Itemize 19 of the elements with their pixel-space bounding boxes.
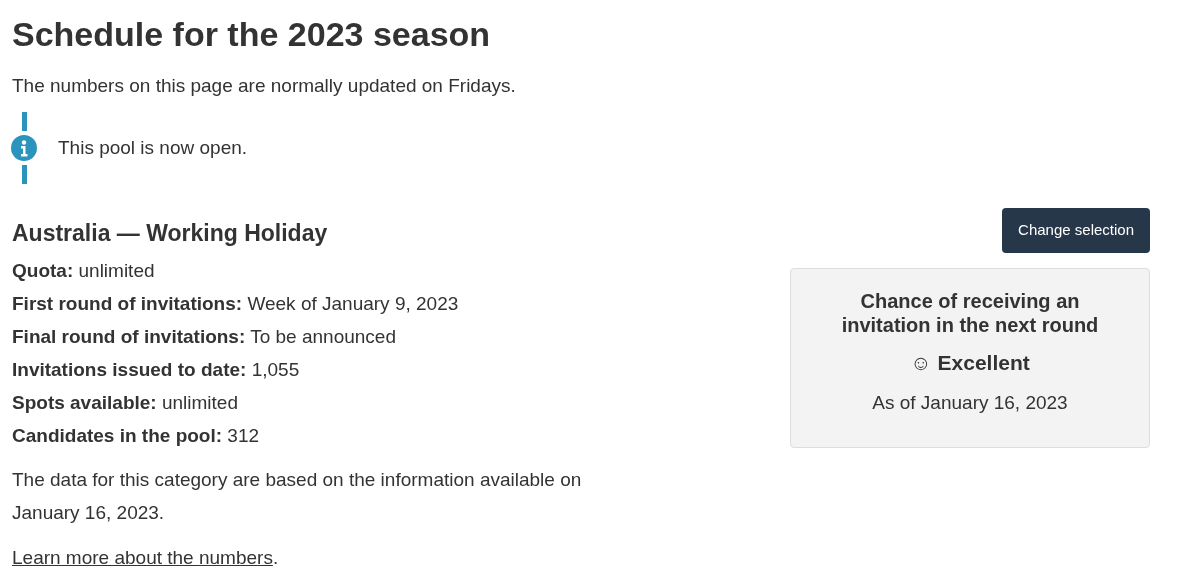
category-title: Australia — Working Holiday [12,219,329,248]
as-of-date: As of January 16, 2023 [872,390,1068,415]
data-note: The data for this category are based on the information available on January 16, 2023. [12,468,583,525]
chance-rating: ☺ Excellent [910,350,1030,376]
intro-text: The numbers on this page are normally updated on Fridays. [12,74,517,98]
fact-line: Invitations issued to date: 1,055 [12,358,301,382]
alert-message: This pool is now open. [58,135,248,160]
learn-more-link[interactable]: Learn more about the numbers [12,547,273,568]
page-title: Schedule for the 2023 season [12,14,492,55]
learn-more-sentence: Learn more about the numbers. [12,546,280,570]
change-selection-button[interactable]: Change selection [1002,208,1150,253]
fact-line: First round of invitations: Week of January 9, 2023 [12,292,460,316]
fact-line: Candidates in the pool: 312 [12,424,261,448]
alert-bar [21,112,27,131]
fact-line: Spots available: unlimited [12,391,239,415]
alert-bar [21,165,27,184]
card-title: Chance of receiving an invitation in the next round [840,289,1100,337]
fact-line: Final round of invitations: To be announced [12,325,397,349]
fact-line: Quota: unlimited [12,259,156,283]
